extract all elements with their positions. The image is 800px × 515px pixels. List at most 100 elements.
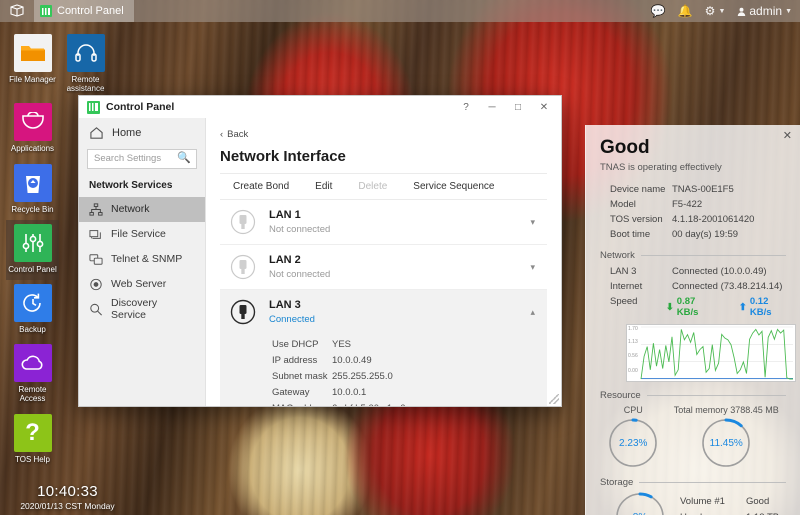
desktop-icon-label: Control Panel: [8, 264, 57, 274]
storage-row: Used space 1.13 TB: [680, 509, 784, 515]
section-divider: [646, 395, 786, 396]
network-row: Internet Connected (73.48.214.14): [600, 279, 786, 294]
sidebar-item-home[interactable]: Home: [79, 120, 205, 146]
memory-gauge: Total memory 3788.45 MB 11.45%: [674, 405, 779, 469]
interface-row-lan3[interactable]: LAN 3 Connected ▴: [220, 290, 547, 334]
device-info-row: TOS version 4.1.18-2001061420: [600, 212, 786, 227]
edit-button[interactable]: Edit: [302, 178, 345, 195]
resource-section-header: Resource: [600, 390, 786, 401]
maximize-button[interactable]: □: [505, 97, 531, 118]
memory-label: Total memory 3788.45 MB: [673, 405, 779, 415]
sidebar-item-discovery-service[interactable]: Discovery Service: [79, 297, 205, 322]
section-divider: [639, 482, 786, 483]
taskbar-task-control-panel[interactable]: Control Panel: [34, 0, 134, 22]
sidebar-item-label: Network: [111, 203, 150, 215]
storage-val: 1.13 TB: [746, 512, 779, 515]
close-icon[interactable]: ✕: [783, 129, 792, 142]
download-speed-value: 0.87 KB/s: [676, 296, 699, 318]
arrow-up-icon: ⬆: [738, 301, 747, 313]
network-icon: [89, 202, 103, 216]
main-content: ‹ Back Network Interface Create Bond Edi…: [206, 118, 561, 406]
desktop-icon-label: File Manager: [9, 75, 56, 84]
storage-val: Good: [746, 495, 770, 507]
sidebar: Home 🔍 Network Services Network File Ser…: [79, 118, 206, 406]
sidebar-item-network[interactable]: Network: [79, 196, 205, 222]
window-title: Control Panel: [106, 101, 175, 113]
desktop-icon-applications[interactable]: Applications: [6, 99, 59, 159]
close-button[interactable]: ✕: [531, 97, 557, 118]
telnet-snmp-icon: [89, 253, 103, 265]
network-section-header: Network: [600, 250, 786, 261]
device-info-row: Device name TNAS-00E1F5: [600, 182, 786, 197]
device-info-value: 00 day(s) 19:59: [672, 229, 739, 240]
taskbar: Control Panel 💬 🔔 ⚙ ▼ admin ▼: [0, 0, 800, 22]
service-sequence-button[interactable]: Service Sequence: [400, 178, 507, 195]
detail-row: Subnet mask 255.255.255.0: [220, 368, 547, 384]
sidebar-item-telnet-snmp[interactable]: Telnet & SNMP: [79, 247, 205, 272]
sidebar-home-label: Home: [112, 127, 142, 139]
desktop-icon-remote-assistance[interactable]: Remote assistance: [59, 30, 112, 99]
chevron-down-icon[interactable]: ▾: [530, 217, 539, 228]
download-speed: ⬇ 0.87 KB/s: [666, 296, 713, 318]
detail-key: MAC address: [220, 403, 332, 407]
chat-icon[interactable]: 💬: [651, 5, 666, 17]
sidebar-item-label: Discovery Service: [111, 297, 158, 321]
minimize-button[interactable]: ─: [479, 97, 505, 118]
user-menu-label: admin: [749, 4, 783, 18]
device-info-list: Device name TNAS-00E1F5 Model F5-422 TOS…: [600, 182, 786, 242]
settings-globe-icon[interactable]: ⚙ ▼: [705, 5, 726, 17]
device-info-value: 4.1.18-2001061420: [672, 214, 755, 225]
health-status-title: Good: [600, 137, 650, 158]
search-icon[interactable]: 🔍: [177, 151, 191, 164]
desktop-icon-tos-help[interactable]: ? TOS Help: [6, 410, 59, 470]
storage-donut: 8%: [614, 491, 666, 515]
chevron-down-icon[interactable]: ▾: [530, 262, 539, 273]
control-panel-window: Control Panel ? ─ □ ✕ Home 🔍 Network Ser…: [78, 95, 562, 407]
sidebar-item-web-server[interactable]: Web Server: [79, 272, 205, 297]
action-toolbar: Create Bond Edit Delete Service Sequence: [220, 173, 547, 200]
desktop-icon-label: Applications: [10, 144, 55, 154]
desktop-icon-backup[interactable]: Backup: [6, 280, 59, 340]
resource-section-label: Resource: [600, 390, 641, 401]
back-button[interactable]: ‹ Back: [220, 129, 547, 140]
user-menu[interactable]: admin ▼: [737, 5, 792, 17]
search-container: 🔍: [79, 146, 205, 175]
window-resize-grip[interactable]: [549, 394, 559, 404]
detail-value: 10.0.0.1: [332, 386, 367, 398]
detail-row: IP address 10.0.0.49: [220, 352, 547, 368]
web-server-icon: [90, 278, 102, 290]
help-button[interactable]: ?: [453, 97, 479, 118]
storage-key: Used space: [680, 512, 746, 515]
chevron-up-icon[interactable]: ▴: [530, 307, 539, 318]
desktop-icon-recycle-bin[interactable]: Recycle Bin: [6, 160, 59, 220]
clock-time: 10:40:33: [37, 483, 98, 500]
desktop-icon-control-panel[interactable]: Control Panel: [6, 219, 59, 280]
chart-ytick-0: 0.00: [628, 368, 638, 374]
device-info-row: Boot time 00 day(s) 19:59: [600, 227, 786, 242]
desktop-icon-file-manager[interactable]: File Manager: [6, 30, 59, 99]
cube-icon[interactable]: [0, 4, 34, 18]
desktop-icon-label: Remote assistance: [66, 75, 105, 94]
sidebar-item-file-service[interactable]: File Service: [79, 222, 205, 247]
lan-port-icon: [230, 209, 256, 235]
chart-ytick-2: 1.13: [628, 339, 638, 345]
lan-port-icon: [230, 254, 256, 280]
desktop-icon-remote-access[interactable]: Remote Access: [6, 340, 59, 409]
taskbar-task-label: Control Panel: [57, 5, 124, 17]
headset-icon: [66, 34, 105, 72]
storage-key: Volume #1: [680, 495, 725, 507]
recycle-bin-icon: [13, 163, 52, 202]
delete-button: Delete: [358, 181, 388, 192]
clock-date: 2020/01/13 CST Monday: [20, 501, 115, 511]
window-title-bar[interactable]: Control Panel ? ─ □ ✕: [79, 96, 561, 118]
storage-section-label: Storage: [600, 477, 634, 488]
interface-row-lan2[interactable]: LAN 2 Not connected ▾: [220, 245, 547, 290]
bell-icon[interactable]: 🔔: [678, 5, 693, 17]
create-bond-button[interactable]: Create Bond: [220, 178, 302, 195]
detail-value: 255.255.255.0: [332, 370, 393, 382]
interface-row-lan1[interactable]: LAN 1 Not connected ▾: [220, 200, 547, 245]
device-info-value: TNAS-00E1F5: [672, 184, 734, 195]
detail-row: Use DHCP YES: [220, 336, 547, 352]
device-info-value: F5-422: [672, 199, 703, 210]
network-section-label: Network: [600, 250, 635, 261]
